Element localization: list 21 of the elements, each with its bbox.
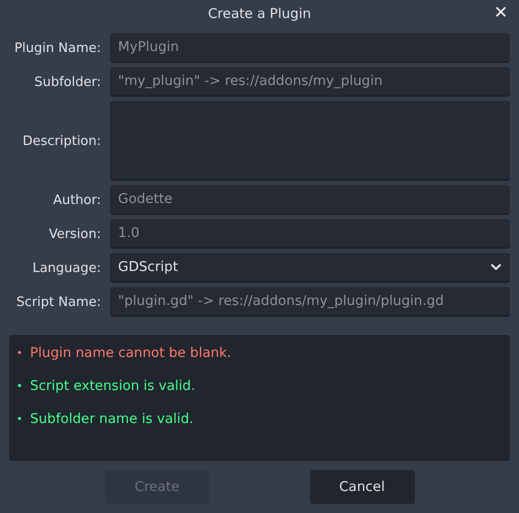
description-field[interactable] [110, 101, 510, 181]
field-label: Subfolder: [33, 74, 101, 92]
text-field[interactable]: 1.0 [110, 219, 510, 249]
text-field[interactable]: Godette [110, 185, 510, 215]
field-label: Plugin Name: [13, 40, 101, 58]
text-field[interactable]: "my_plugin" -> res://addons/my_plugin [110, 67, 510, 97]
language-dropdown[interactable]: GDScript [110, 253, 510, 283]
validation-message: Subfolder name is valid. [30, 410, 194, 426]
text-field[interactable]: "plugin.gd" -> res://addons/my_plugin/plugin.gd [110, 287, 510, 317]
text-field[interactable]: MyPlugin [110, 33, 510, 63]
close-button[interactable]: ✕ [492, 3, 510, 23]
validation-message: Script extension is valid. [30, 378, 196, 394]
window-title: Create a Plugin [208, 6, 312, 22]
field-label: Version: [48, 226, 101, 244]
validation-message: Plugin name cannot be blank. [30, 344, 232, 360]
field-label: Language: [31, 260, 101, 278]
field-label: Description: [22, 132, 101, 150]
field-label: Script Name: [15, 294, 101, 312]
dialog-button[interactable]: Cancel [310, 470, 414, 504]
chevron-down-icon [490, 263, 502, 271]
field-label: Author: [52, 192, 101, 210]
